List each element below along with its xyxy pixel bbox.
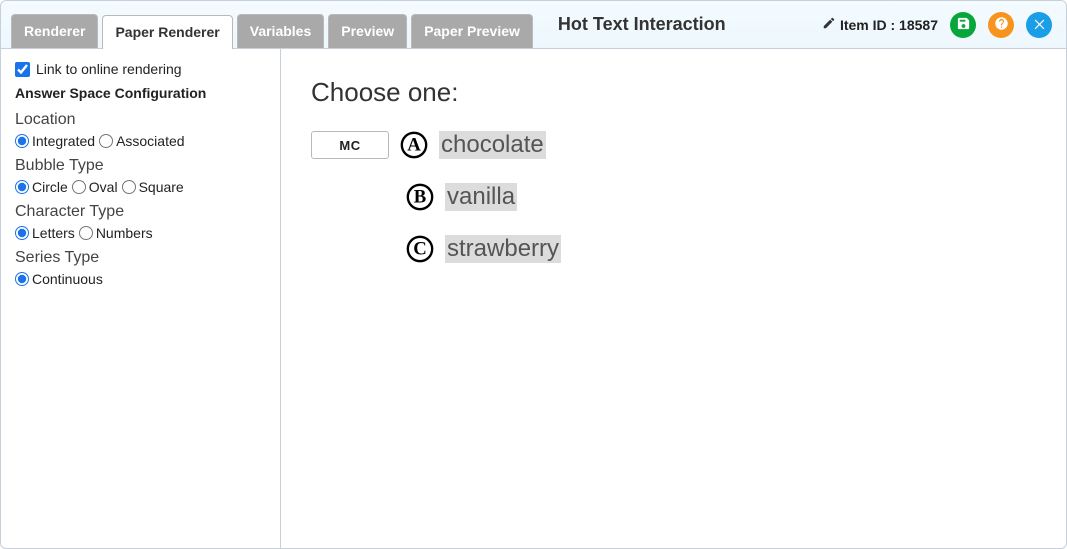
character-type-options: LettersNumbers xyxy=(15,225,266,241)
bubble-type-option-circle[interactable]: Circle xyxy=(15,179,68,195)
bubble-type-radio-circle[interactable] xyxy=(15,180,29,194)
location-option-associated[interactable]: Associated xyxy=(99,133,184,149)
bubble-type-radio-oval[interactable] xyxy=(72,180,86,194)
pencil-icon xyxy=(822,16,836,33)
question-prompt: Choose one: xyxy=(311,77,1036,108)
panel-body: Link to online rendering Answer Space Co… xyxy=(1,49,1066,548)
config-sidebar: Link to online rendering Answer Space Co… xyxy=(1,49,281,548)
bubble-a-icon: A xyxy=(399,130,429,160)
choice-row-a: MC Achocolate xyxy=(311,130,1036,160)
tab-paper-renderer[interactable]: Paper Renderer xyxy=(102,15,232,49)
save-icon xyxy=(956,16,971,34)
help-icon xyxy=(994,16,1009,34)
choice-text-a[interactable]: chocolate xyxy=(439,131,546,160)
series-type-radio-continuous[interactable] xyxy=(15,272,29,286)
header-actions: Item ID : 18587 xyxy=(822,1,1066,48)
tab-variables[interactable]: Variables xyxy=(237,14,325,48)
panel-header: RendererPaper RendererVariablesPreviewPa… xyxy=(1,1,1066,49)
choice-text-b[interactable]: vanilla xyxy=(445,183,517,212)
character-type-option-letters[interactable]: Letters xyxy=(15,225,75,241)
location-radio-integrated[interactable] xyxy=(15,134,29,148)
link-online-label[interactable]: Link to online rendering xyxy=(36,61,182,77)
bubble-type-label: Bubble Type xyxy=(15,157,266,175)
tab-renderer[interactable]: Renderer xyxy=(11,14,98,48)
svg-text:B: B xyxy=(414,187,427,208)
series-type-options: Continuous xyxy=(15,271,266,287)
svg-text:C: C xyxy=(413,239,427,260)
choice-text-c[interactable]: strawberry xyxy=(445,235,561,264)
tab-preview[interactable]: Preview xyxy=(328,14,407,48)
bubble-type-radio-square[interactable] xyxy=(122,180,136,194)
link-online-checkbox[interactable] xyxy=(15,62,30,77)
item-id-label: Item ID : 18587 xyxy=(822,16,938,33)
preview-content: Choose one: MC Achocolate Bvanilla Cstrawbe… xyxy=(281,49,1066,548)
bubble-type-option-oval[interactable]: Oval xyxy=(72,179,118,195)
series-type-label: Series Type xyxy=(15,249,266,267)
svg-text:A: A xyxy=(407,135,421,156)
tab-paper-preview[interactable]: Paper Preview xyxy=(411,14,533,48)
character-type-radio-letters[interactable] xyxy=(15,226,29,240)
series-type-option-continuous[interactable]: Continuous xyxy=(15,271,103,287)
bubble-b-icon: B xyxy=(405,182,435,212)
choice-row-b: Bvanilla xyxy=(405,182,1036,212)
interaction-title: Hot Text Interaction xyxy=(558,1,726,48)
config-title: Answer Space Configuration xyxy=(15,85,266,101)
location-label: Location xyxy=(15,111,266,129)
save-button[interactable] xyxy=(950,12,976,38)
location-radio-associated[interactable] xyxy=(99,134,113,148)
character-type-radio-numbers[interactable] xyxy=(79,226,93,240)
tab-strip: RendererPaper RendererVariablesPreviewPa… xyxy=(1,1,533,48)
help-button[interactable] xyxy=(988,12,1014,38)
bubble-c-icon: C xyxy=(405,234,435,264)
close-button[interactable] xyxy=(1026,12,1052,38)
character-type-label: Character Type xyxy=(15,203,266,221)
bubble-type-option-square[interactable]: Square xyxy=(122,179,184,195)
mc-type-badge[interactable]: MC xyxy=(311,131,389,159)
choice-row-c: Cstrawberry xyxy=(405,234,1036,264)
character-type-option-numbers[interactable]: Numbers xyxy=(79,225,153,241)
location-options: IntegratedAssociated xyxy=(15,133,266,149)
editor-panel: RendererPaper RendererVariablesPreviewPa… xyxy=(0,0,1067,549)
close-icon xyxy=(1032,16,1047,34)
bubble-type-options: CircleOvalSquare xyxy=(15,179,266,195)
location-option-integrated[interactable]: Integrated xyxy=(15,133,95,149)
